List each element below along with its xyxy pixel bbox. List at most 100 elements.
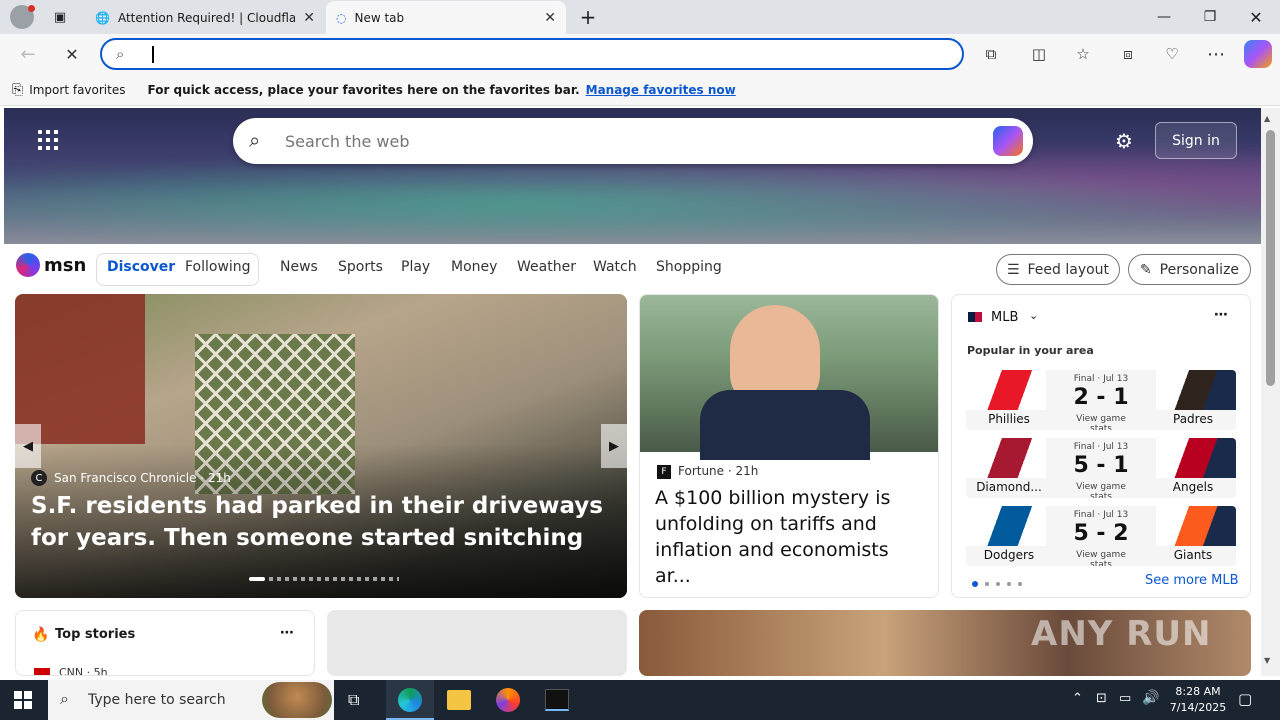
task-view-icon[interactable]: ⧉	[348, 690, 359, 710]
taskbar-search-box[interactable]: ⌕ Type here to search	[48, 680, 334, 720]
game-stats-link[interactable]: View game stats	[1064, 482, 1138, 498]
mlb-game-row[interactable]: Phillies Final · Jul 13 2 - 1 View game sta…	[966, 370, 1236, 430]
game-status: Final · Jul 13	[1073, 374, 1129, 384]
carousel-prev-button[interactable]: ◀	[15, 424, 41, 468]
more-options-icon[interactable]: ⋯	[280, 625, 294, 641]
tab-cloudflare[interactable]: 🌐 Attention Required! | Cloudflare ✕	[85, 1, 325, 34]
more-options-icon[interactable]: ⋯	[1214, 307, 1228, 323]
restore-button[interactable]: ❐	[1187, 0, 1233, 34]
placeholder-card	[327, 610, 627, 676]
game-score: 5 - 1	[1073, 453, 1129, 478]
close-tab-icon[interactable]: ✕	[303, 10, 315, 26]
personalize-button[interactable]: ✎ Personalize	[1128, 254, 1251, 285]
system-tray-chevron-icon[interactable]: ⌃	[1072, 691, 1083, 706]
notifications-icon[interactable]: ▢	[1238, 690, 1252, 708]
see-more-mlb-link[interactable]: See more MLB	[1145, 573, 1239, 588]
person-suit-decoration	[700, 390, 870, 460]
nav-weather[interactable]: Weather	[517, 259, 576, 275]
story2-source: Fortune	[678, 464, 725, 478]
manage-favorites-link[interactable]: Manage favorites now	[586, 83, 736, 97]
story-image	[640, 295, 938, 460]
msn-logo-icon	[16, 253, 40, 277]
volume-icon[interactable]: 🔊	[1142, 690, 1159, 706]
network-status-icon[interactable]: ⊡	[1096, 691, 1107, 706]
tab-title: Attention Required! | Cloudflare	[117, 10, 296, 25]
feed-layout-label: Feed layout	[1027, 261, 1110, 278]
story-card-bottom[interactable]: ANY RUN	[639, 610, 1251, 676]
collections-icon[interactable]: ⧈	[1114, 40, 1142, 68]
hero-story-card[interactable]: ◀ ▶ C San Francisco Chronicle · 21h S.F.…	[15, 294, 627, 598]
top-stories-card: 🔥 Top stories ⋯ CNN · 5h	[15, 610, 315, 676]
game-status: Final · Jul 13	[1073, 510, 1129, 520]
stop-loading-button[interactable]: ✕	[58, 40, 86, 68]
hero-source: San Francisco Chronicle	[54, 471, 197, 485]
firefox-icon[interactable]	[496, 688, 520, 712]
web-search-box[interactable]: ⌕	[233, 118, 1033, 164]
top-stories-title[interactable]: Top stories	[55, 627, 135, 642]
game-stats-link[interactable]: View game stats	[1064, 414, 1138, 430]
search-icon: ⌕	[116, 45, 125, 63]
tab-new-tab[interactable]: ◌ New tab ✕	[326, 1, 566, 34]
nav-discover[interactable]: Discover	[107, 259, 175, 275]
close-tab-icon[interactable]: ✕	[544, 10, 556, 26]
extensions-icon[interactable]: ⧉	[977, 40, 1005, 68]
hero-headline[interactable]: S.F. residents had parked in their drive…	[31, 490, 616, 554]
feed-layout-button[interactable]: ☰ Feed layout	[996, 254, 1120, 285]
nav-sports[interactable]: Sports	[338, 259, 383, 275]
story-card-fortune[interactable]: F Fortune · 21h A $100 billion mystery i…	[639, 294, 939, 598]
windows-start-icon[interactable]	[14, 691, 32, 709]
favorites-star-icon[interactable]: ☆	[1069, 40, 1097, 68]
browser-essentials-icon[interactable]: ♡	[1158, 40, 1186, 68]
chevron-down-icon[interactable]: ⌄	[1029, 309, 1038, 322]
search-icon: ⌕	[249, 128, 261, 152]
nav-play[interactable]: Play	[401, 259, 430, 275]
apps-launcher-icon[interactable]	[38, 130, 58, 150]
carousel-dots[interactable]	[269, 577, 399, 581]
tab-title: New tab	[354, 10, 405, 25]
terminal-icon[interactable]	[545, 689, 569, 711]
file-explorer-icon[interactable]	[447, 690, 471, 710]
address-bar[interactable]: ⌕	[100, 38, 964, 70]
settings-gear-icon[interactable]: ⚙	[1115, 129, 1133, 153]
story2-headline[interactable]: A $100 billion mystery is unfolding on t…	[655, 485, 927, 589]
sign-in-button[interactable]: Sign in	[1155, 122, 1237, 159]
minimize-button[interactable]: —	[1141, 0, 1187, 34]
flame-icon: 🔥	[32, 627, 50, 643]
import-favorites-button[interactable]: Import favorites	[29, 83, 125, 97]
web-search-input[interactable]	[285, 129, 965, 153]
settings-more-icon[interactable]: ⋯	[1202, 40, 1230, 68]
copilot-icon[interactable]	[1244, 40, 1272, 68]
game-status: Final · Jul 13	[1073, 442, 1129, 452]
home-team-logo	[966, 370, 1046, 410]
scroll-down-icon[interactable]: ▼	[1264, 656, 1270, 665]
close-window-button[interactable]: ✕	[1233, 0, 1279, 34]
new-tab-button[interactable]: +	[570, 0, 606, 34]
search-highlight-image	[262, 682, 332, 718]
nav-shopping[interactable]: Shopping	[656, 259, 722, 275]
away-team-logo	[1156, 506, 1236, 546]
nav-money[interactable]: Money	[451, 259, 497, 275]
page-scrollbar[interactable]: ▲ ▼	[1261, 108, 1280, 676]
split-screen-icon[interactable]: ◫	[1025, 40, 1053, 68]
clock[interactable]: 8:28 AM 7/14/2025	[1168, 684, 1228, 716]
network-icon[interactable]: ▭	[1119, 691, 1131, 706]
scrollbar-thumb[interactable]	[1266, 130, 1275, 386]
mlb-game-row[interactable]: Dodgers Final · Jul 13 5 - 2 View game stat…	[966, 506, 1236, 566]
away-team-logo	[1156, 370, 1236, 410]
mlb-subtitle: Popular in your area	[967, 344, 1094, 357]
nav-watch[interactable]: Watch	[593, 259, 637, 275]
carousel-dot-active[interactable]	[249, 577, 265, 581]
back-button[interactable]: ←	[14, 40, 42, 68]
mlb-title[interactable]: MLB	[991, 310, 1018, 325]
mlb-game-row[interactable]: Diamond... Final · Jul 13 5 - 1 View game s…	[966, 438, 1236, 498]
nav-following[interactable]: Following	[185, 259, 251, 275]
copilot-icon[interactable]	[993, 126, 1023, 156]
scroll-up-icon[interactable]: ▲	[1264, 114, 1270, 123]
mlb-pagination[interactable]	[972, 581, 1022, 587]
sliders-icon: ☰	[1006, 261, 1020, 278]
carousel-next-button[interactable]: ▶	[601, 424, 627, 468]
nav-news[interactable]: News	[280, 259, 318, 275]
tab-actions-icon[interactable]: ▣	[40, 0, 80, 34]
taskbar-edge-button[interactable]	[386, 680, 434, 720]
game-stats-link[interactable]: View game stats	[1064, 550, 1138, 566]
